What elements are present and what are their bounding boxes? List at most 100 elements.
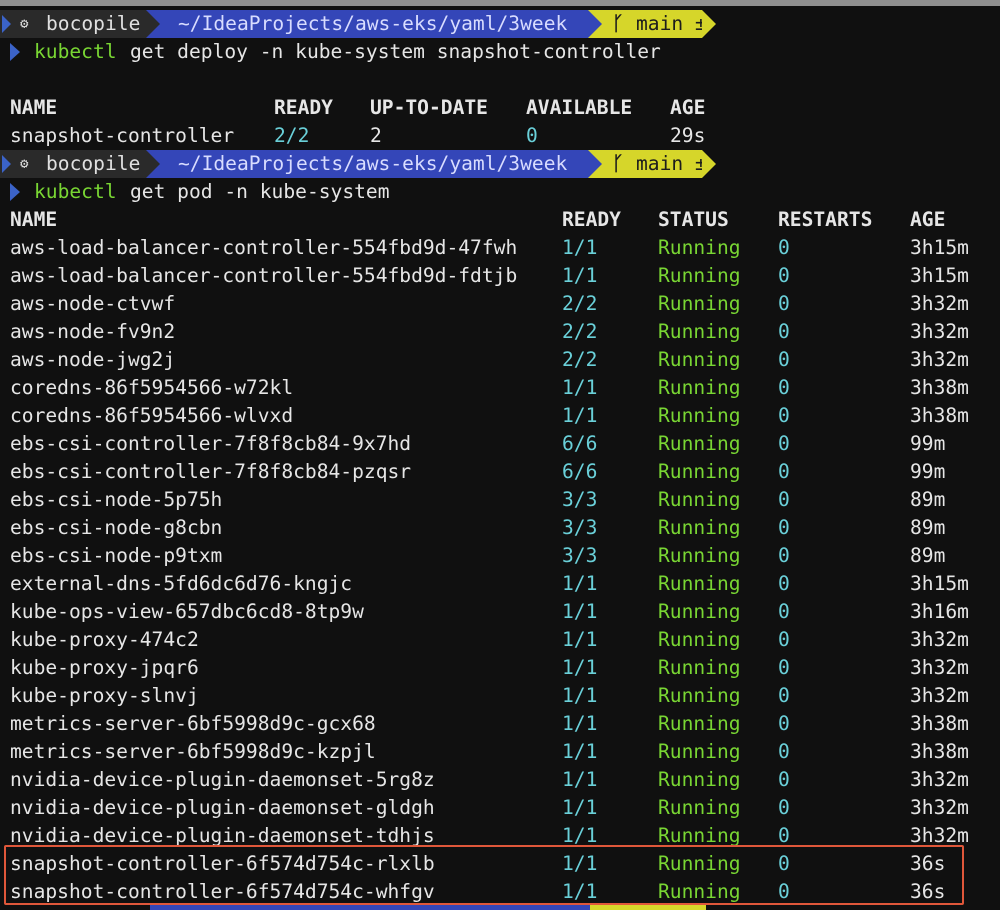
prompt-user: bocopile xyxy=(46,12,141,35)
pod-status: Running xyxy=(658,628,741,651)
pod-ready: 1/1 xyxy=(562,740,598,763)
git-branch: main ± xyxy=(636,152,707,175)
gear-icon: ⚙ xyxy=(20,16,29,32)
pod-name: ebs-csi-node-5p75h xyxy=(10,488,223,511)
prompt-bar: ⚙ bocopile ~/IdeaProjects/aws-eks/yaml/3… xyxy=(0,10,1000,38)
deploy-ready: 2/2 xyxy=(274,124,310,147)
pod-age: 3h32m xyxy=(910,684,969,707)
pod-status: Running xyxy=(658,236,741,259)
branch-icon: ᚴ xyxy=(612,152,624,175)
pod-ready: 1/1 xyxy=(562,376,598,399)
pod-ready: 3/3 xyxy=(562,488,598,511)
table-row: kube-proxy-jpqr6 1/1 Running 0 3h32m xyxy=(0,654,1000,682)
pod-ready: 1/1 xyxy=(562,600,598,623)
deploy-age: 29s xyxy=(670,124,706,147)
pod-ready: 1/1 xyxy=(562,572,598,595)
snapshot-controller-highlight xyxy=(4,845,964,905)
pod-restarts: 0 xyxy=(778,432,790,455)
pod-status: Running xyxy=(658,572,741,595)
pod-restarts: 0 xyxy=(778,404,790,427)
prompt-git-segment xyxy=(590,905,706,910)
table-row: aws-load-balancer-controller-554fbd9d-fd… xyxy=(0,262,1000,290)
pod-name: kube-ops-view-657dbc6cd8-8tp9w xyxy=(10,600,364,623)
pod-age: 3h16m xyxy=(910,600,969,623)
pod-name: metrics-server-6bf5998d9c-kzpjl xyxy=(10,740,376,763)
header-status: STATUS xyxy=(658,208,729,231)
command-prompt-icon xyxy=(10,43,20,61)
pod-status: Running xyxy=(658,516,741,539)
window-top-edge xyxy=(0,0,1000,6)
table-row: external-dns-5fd6dc6d76-kngjc 1/1 Running 0… xyxy=(0,570,1000,598)
pod-age: 3h38m xyxy=(910,740,969,763)
table-row: ebs-csi-controller-7f8f8cb84-pzqsr 6/6 Run… xyxy=(0,458,1000,486)
pod-restarts: 0 xyxy=(778,348,790,371)
pod-name: aws-load-balancer-controller-554fbd9d-47… xyxy=(10,236,518,259)
table-row: ebs-csi-node-g8cbn 3/3 Running 0 89m xyxy=(0,514,1000,542)
command-args: get deploy -n kube-system snapshot-contr… xyxy=(130,40,661,63)
pod-status: Running xyxy=(658,376,741,399)
powerline-separator xyxy=(702,150,716,178)
prompt-path-segment xyxy=(150,905,590,910)
pod-name: aws-load-balancer-controller-554fbd9d-fd… xyxy=(10,264,518,287)
pod-status: Running xyxy=(658,348,741,371)
pod-name: kube-proxy-slnvj xyxy=(10,684,199,707)
pod-name: ebs-csi-node-g8cbn xyxy=(10,516,223,539)
table-row: kube-proxy-slnvj 1/1 Running 0 3h32m xyxy=(0,682,1000,710)
prompt-user: bocopile xyxy=(46,152,141,175)
command-line: kubectl get pod -n kube-system xyxy=(0,178,1000,206)
gear-icon: ⚙ xyxy=(20,156,29,172)
prompt-bar: ⚙ bocopile ~/IdeaProjects/aws-eks/yaml/3… xyxy=(0,150,1000,178)
prompt-path: ~/IdeaProjects/aws-eks/yaml/3week xyxy=(178,152,568,175)
table-row: aws-load-balancer-controller-554fbd9d-47… xyxy=(0,234,1000,262)
pod-restarts: 0 xyxy=(778,376,790,399)
pod-age: 3h15m xyxy=(910,264,969,287)
pod-status: Running xyxy=(658,600,741,623)
header-ready: READY xyxy=(274,96,333,119)
pod-status: Running xyxy=(658,712,741,735)
powerline-separator xyxy=(146,150,160,178)
pod-status: Running xyxy=(658,404,741,427)
table-row: snapshot-controller 2/2 2 0 29s xyxy=(0,122,1000,150)
header-age: AGE xyxy=(910,208,946,231)
pod-status: Running xyxy=(658,292,741,315)
table-row: coredns-86f5954566-w72kl 1/1 Running 0 3h38m xyxy=(0,374,1000,402)
deploy-available: 0 xyxy=(526,124,538,147)
pod-restarts: 0 xyxy=(778,628,790,651)
table-row: aws-node-fv9n2 2/2 Running 0 3h32m xyxy=(0,318,1000,346)
pod-name: aws-node-jwg2j xyxy=(10,348,176,371)
pod-ready: 2/2 xyxy=(562,348,598,371)
table-row: ebs-csi-node-p9txm 3/3 Running 0 89m xyxy=(0,542,1000,570)
pod-status: Running xyxy=(658,544,741,567)
pod-status: Running xyxy=(658,432,741,455)
prompt-git-segment: ᚴ main ± xyxy=(588,150,707,178)
pod-age: 3h32m xyxy=(910,768,969,791)
pod-restarts: 0 xyxy=(778,544,790,567)
pod-restarts: 0 xyxy=(778,796,790,819)
pod-ready: 3/3 xyxy=(562,516,598,539)
pod-status: Running xyxy=(658,320,741,343)
pod-restarts: 0 xyxy=(778,264,790,287)
pod-status: Running xyxy=(658,796,741,819)
pod-age: 89m xyxy=(910,544,946,567)
prompt-path: ~/IdeaProjects/aws-eks/yaml/3week xyxy=(178,12,568,35)
pod-restarts: 0 xyxy=(778,740,790,763)
pod-status: Running xyxy=(658,740,741,763)
pod-name: nvidia-device-plugin-daemonset-gldgh xyxy=(10,796,435,819)
pod-status: Running xyxy=(658,684,741,707)
pod-age: 99m xyxy=(910,432,946,455)
pod-status: Running xyxy=(658,768,741,791)
header-name: NAME xyxy=(10,208,58,231)
pod-ready: 2/2 xyxy=(562,320,598,343)
pod-restarts: 0 xyxy=(778,572,790,595)
prompt-path-segment: ~/IdeaProjects/aws-eks/yaml/3week xyxy=(146,150,588,178)
table-row: nvidia-device-plugin-daemonset-gldgh 1/1 R… xyxy=(0,794,1000,822)
pod-status: Running xyxy=(658,488,741,511)
pod-ready: 1/1 xyxy=(562,404,598,427)
pod-restarts: 0 xyxy=(778,712,790,735)
table-row: coredns-86f5954566-wlvxd 1/1 Running 0 3h38m xyxy=(0,402,1000,430)
pod-name: metrics-server-6bf5998d9c-gcx68 xyxy=(10,712,376,735)
pod-name: ebs-csi-controller-7f8f8cb84-pzqsr xyxy=(10,460,412,483)
command-args: get pod -n kube-system xyxy=(130,180,390,203)
pod-name: kube-proxy-jpqr6 xyxy=(10,656,199,679)
command-line: kubectl get deploy -n kube-system snapsh… xyxy=(0,38,1000,66)
